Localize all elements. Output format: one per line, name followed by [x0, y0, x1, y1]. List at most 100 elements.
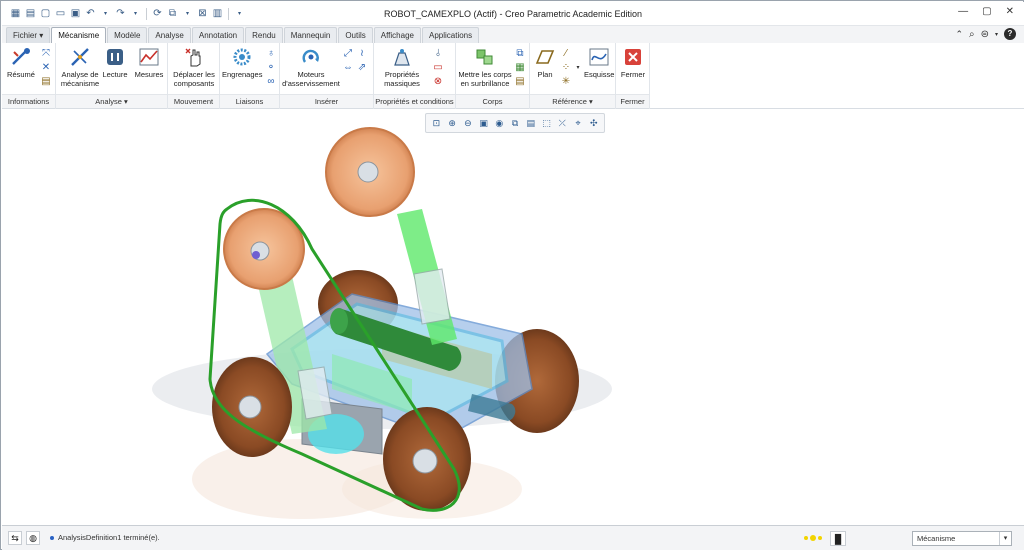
- maximize-icon[interactable]: ▢: [982, 6, 991, 17]
- group-informations: Résumé ⤧ ✕ ▤ Informations: [2, 43, 56, 109]
- tab-mannequin[interactable]: Mannequin: [283, 27, 338, 43]
- group-liaisons: Engrenages ♁ ⚬ ∞ Liaisons: [220, 43, 280, 109]
- engrenages-button[interactable]: Engrenages: [222, 46, 262, 79]
- tab-outils[interactable]: Outils: [338, 27, 373, 43]
- group-label-fermer: Fermer: [616, 94, 649, 108]
- close-mechanism-icon: [622, 46, 644, 68]
- hub: [238, 395, 262, 419]
- sketch-icon: [588, 46, 610, 68]
- tab-rendu[interactable]: Rendu: [245, 27, 283, 43]
- highlight-bodies-icon: [474, 46, 496, 68]
- lecture-button[interactable]: Lecture: [102, 46, 128, 79]
- group-label-liaisons: Liaisons: [220, 94, 279, 108]
- status-bar: ⇆ ◍ AnalysisDefinition1 terminé(e). ▐▌ M…: [2, 525, 1024, 550]
- measures-icon: [138, 46, 160, 68]
- point-dropdown-icon[interactable]: ▾: [572, 61, 584, 73]
- initial-condition-icon[interactable]: ▭: [432, 61, 444, 73]
- moteurs-asservissement-button[interactable]: Moteurs d'asservissement: [282, 46, 340, 88]
- graphics-viewport[interactable]: ⊡ ⊕ ⊖ ▣ ◉ ⧉ ▤ ⬚ ⤫ ⌖ ✣: [2, 109, 1024, 525]
- proprietes-massiques-button[interactable]: Propriétés massiques: [376, 46, 428, 88]
- cylinder-cap: [330, 308, 348, 334]
- window-title: ROBOT_CAMEXPLO (Actif) - Creo Parametric…: [383, 9, 643, 19]
- spring-icon[interactable]: ≀: [356, 47, 368, 59]
- csys-icon[interactable]: ✳: [560, 75, 572, 87]
- status-message: AnalysisDefinition1 terminé(e).: [50, 533, 160, 542]
- drag-icon[interactable]: ⤧: [40, 47, 52, 59]
- bushing-icon[interactable]: ⇗: [356, 61, 368, 73]
- group-label-informations: Informations: [2, 94, 55, 108]
- group-label-analyse[interactable]: Analyse ▾: [56, 94, 167, 108]
- deplacer-composants-button[interactable]: Déplacer les composants: [170, 46, 218, 88]
- tab-applications[interactable]: Applications: [421, 27, 480, 43]
- termination-condition-icon[interactable]: ⊗: [432, 75, 444, 87]
- tab-fichier[interactable]: Fichier ▾: [6, 27, 51, 43]
- group-label-corps: Corps: [456, 94, 529, 108]
- help-icon[interactable]: ?: [1004, 28, 1016, 40]
- esquisse-button[interactable]: Esquisse: [584, 46, 614, 79]
- axis-icon[interactable]: ⁄: [560, 47, 572, 59]
- chevron-down-icon: ▾: [999, 532, 1011, 545]
- window-controls: — ▢ ✕: [958, 6, 1014, 17]
- ribbon-tabs: Fichier ▾ Mécanisme Modèle Analyse Annot…: [2, 26, 1024, 44]
- mass-properties-icon: [391, 46, 413, 68]
- tab-mecanisme[interactable]: Mécanisme: [51, 27, 107, 44]
- servo-motor-icon: [300, 46, 322, 68]
- belt-icon[interactable]: ∞: [265, 75, 277, 87]
- reconnect-icon[interactable]: ▦: [514, 61, 526, 73]
- group-analyse: Analyse de mécanisme Lecture Mesures Ana…: [56, 43, 168, 109]
- group-reference: Plan ⁄ ⁘ ▾ ✳ Esquisse Référence ▾: [530, 43, 616, 109]
- ribbon-collapse-icon[interactable]: ⌃: [955, 29, 963, 40]
- top-right-tools: ⌃ ⌕ ⊜ ▾ ?: [955, 28, 1016, 40]
- damper-icon[interactable]: ⇔: [342, 61, 354, 73]
- resume-button[interactable]: Résumé: [6, 46, 36, 79]
- regeneration-status-icon[interactable]: [802, 533, 824, 543]
- gravity-icon[interactable]: ⫰: [432, 47, 444, 59]
- force-motor-icon[interactable]: ⤢: [342, 47, 354, 59]
- tab-annotation[interactable]: Annotation: [191, 27, 245, 43]
- tab-affichage[interactable]: Affichage: [373, 27, 421, 43]
- slot-icon[interactable]: ⚬: [265, 61, 277, 73]
- mesures-button[interactable]: Mesures: [134, 46, 164, 79]
- point-icon[interactable]: ⁘: [560, 61, 572, 73]
- group-label-inserer: Insérer: [280, 94, 373, 108]
- close-icon[interactable]: ✕: [1006, 6, 1014, 17]
- lock-icon[interactable]: ▐▌: [830, 531, 846, 546]
- group-fermer: Fermer Fermer: [616, 43, 650, 109]
- ribbon: Résumé ⤧ ✕ ▤ Informations Analyse de méc…: [2, 43, 1024, 109]
- title-bar: ▦ ▤ ▢ ▭ ▣ ↶ ▾ ↷ ▾ ⟳ ⧉ ▾ ⊠ ▥ ▾ ROBOT_CAME…: [2, 2, 1024, 26]
- group-label-reference[interactable]: Référence ▾: [530, 94, 615, 108]
- analyse-mecanisme-button[interactable]: Analyse de mécanisme: [58, 46, 102, 88]
- group-mouvement: Déplacer les composants Mouvement: [168, 43, 220, 109]
- minimize-icon[interactable]: —: [958, 6, 968, 17]
- group-corps: Mettre les corps en surbrillance ⧉ ▦ ▤ C…: [456, 43, 530, 109]
- playback-icon: [104, 46, 126, 68]
- list-icon[interactable]: ▤: [40, 75, 52, 87]
- joint-marker: [252, 251, 260, 259]
- group-inserer: Moteurs d'asservissement ⤢ ≀ ⇔ ⇗ Insérer: [280, 43, 374, 109]
- search-icon[interactable]: ⌕: [969, 29, 975, 40]
- resume-icon: [10, 46, 32, 68]
- group-label-proprietes: Propriétés et conditions: [374, 94, 455, 108]
- cam-icon[interactable]: ♁: [265, 47, 277, 59]
- connect-icon[interactable]: ✕: [40, 61, 52, 73]
- hub: [357, 161, 379, 183]
- fermer-button[interactable]: Fermer: [619, 46, 647, 79]
- group-label-mouvement: Mouvement: [168, 94, 219, 108]
- tab-analyse[interactable]: Analyse: [148, 27, 191, 43]
- model-tree-toggle-icon[interactable]: ⇆: [8, 531, 22, 545]
- robot-model: [152, 127, 612, 519]
- group-proprietes: Propriétés massiques ⫰ ▭ ⊗ Propriétés et…: [374, 43, 456, 109]
- selection-filter-dropdown[interactable]: Mécanisme ▾: [912, 531, 1012, 546]
- community-icon[interactable]: ⊜: [981, 29, 989, 40]
- mettre-corps-surbrillance-button[interactable]: Mettre les corps en surbrillance: [458, 46, 512, 88]
- mechanism-analysis-icon: [69, 46, 91, 68]
- drag-components-icon: [183, 46, 205, 68]
- plane-icon: [534, 46, 556, 68]
- body-list-icon[interactable]: ▤: [514, 75, 526, 87]
- community-dropdown-icon[interactable]: ▾: [995, 31, 998, 38]
- browser-toggle-icon[interactable]: ◍: [26, 531, 40, 545]
- body-definition-icon[interactable]: ⧉: [514, 47, 526, 59]
- gears-icon: [231, 46, 253, 68]
- tab-modele[interactable]: Modèle: [107, 27, 148, 43]
- plan-button[interactable]: Plan: [532, 46, 558, 79]
